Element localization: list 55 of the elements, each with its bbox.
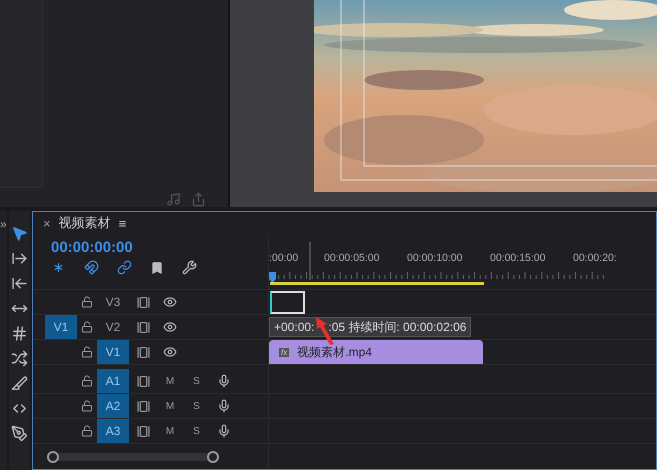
solo-button[interactable]: S: [193, 400, 200, 412]
panel-overflow[interactable]: »: [0, 217, 7, 231]
sync-lock-icon[interactable]: [136, 424, 150, 438]
lock-icon[interactable]: [81, 425, 93, 437]
ruler-label: 00:00:10:00: [407, 252, 464, 264]
sync-lock-icon[interactable]: [136, 346, 150, 358]
solo-button[interactable]: S: [193, 426, 200, 436]
close-button[interactable]: ×: [43, 216, 51, 230]
eye-icon[interactable]: [163, 320, 177, 334]
fx-badge: fx: [279, 348, 290, 356]
selection-outline: [270, 290, 305, 314]
mute-button[interactable]: M: [166, 426, 174, 436]
pen-icon[interactable]: [10, 425, 28, 442]
menu-button[interactable]: ≡: [118, 216, 126, 230]
link-icon[interactable]: [117, 260, 132, 275]
playhead-icon[interactable]: [269, 272, 277, 283]
ruler-label: 00:00:15:00: [490, 252, 546, 264]
sync-lock-icon[interactable]: [136, 296, 150, 308]
track-label[interactable]: A1: [97, 369, 129, 393]
microphone-icon[interactable]: [216, 399, 230, 413]
source-patch[interactable]: V1: [45, 315, 77, 339]
microphone-icon[interactable]: [216, 424, 230, 438]
timecode[interactable]: 00:00:00:00: [51, 239, 268, 256]
lock-icon[interactable]: [81, 296, 93, 308]
track-label[interactable]: V3: [97, 290, 129, 314]
video-clip[interactable]: fx 视频素材.mp4: [269, 340, 483, 364]
sync-lock-icon[interactable]: [136, 320, 150, 334]
magnet-icon[interactable]: [84, 260, 99, 275]
eye-icon[interactable]: [163, 345, 177, 359]
lock-icon[interactable]: [81, 321, 93, 333]
pointer-icon[interactable]: [10, 225, 28, 242]
ruler-label: :00:00: [269, 252, 300, 264]
clip-name: 视频素材.mp4: [297, 344, 372, 360]
razor-icon[interactable]: [10, 375, 28, 392]
lock-icon[interactable]: [81, 346, 93, 358]
sync-lock-icon[interactable]: [136, 374, 150, 388]
eye-icon[interactable]: [163, 295, 177, 309]
track-label[interactable]: A2: [97, 394, 129, 418]
lock-icon[interactable]: [81, 375, 93, 387]
mute-button[interactable]: M: [166, 400, 174, 412]
settings-icon[interactable]: [182, 260, 197, 275]
track-label[interactable]: A3: [97, 419, 129, 443]
track-label[interactable]: V2: [97, 315, 129, 339]
track-label[interactable]: V1: [97, 340, 129, 364]
mute-button[interactable]: M: [166, 376, 174, 386]
ruler-label: 00:00:20:: [573, 252, 618, 264]
tooltip: +00:00: :05 持续时间: 00:00:02:06: [269, 317, 472, 337]
lock-icon[interactable]: [81, 400, 93, 412]
ruler-label: 00:00:05:00: [324, 252, 380, 264]
panel-title[interactable]: 视频素材: [58, 214, 111, 232]
zoom-scrollbar[interactable]: [47, 452, 219, 460]
sync-lock-icon[interactable]: [136, 400, 150, 412]
solo-button[interactable]: S: [193, 376, 200, 386]
microphone-icon[interactable]: [216, 374, 230, 388]
marker-icon[interactable]: [150, 260, 164, 274]
